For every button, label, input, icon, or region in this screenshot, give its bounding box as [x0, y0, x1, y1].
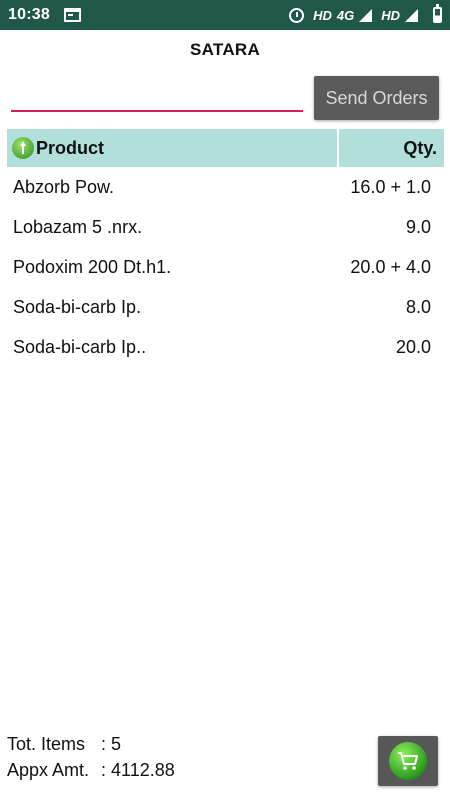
- battery-icon: [433, 4, 442, 23]
- page-title: SATARA: [189, 40, 261, 59]
- amount-line: Appx Amt. : 4112.88: [7, 757, 175, 783]
- amount-value: : 4112.88: [101, 760, 175, 780]
- status-time: 10:38: [8, 6, 50, 23]
- cart-icon: [389, 742, 427, 780]
- cart-button[interactable]: [378, 736, 438, 786]
- order-input[interactable]: [11, 80, 303, 112]
- send-orders-button[interactable]: Send Orders: [314, 76, 439, 120]
- row-qty: 16.0 + 1.0: [350, 176, 431, 197]
- hd-label-2: HD: [381, 7, 400, 23]
- signal-icon-2: [405, 8, 418, 22]
- row-product: Podoxim 200 Dt.h1.: [13, 256, 172, 277]
- row-qty: 8.0: [405, 296, 431, 317]
- signal-icon: [359, 8, 373, 22]
- table-row[interactable]: Lobazam 5 .nrx. 9.0: [0, 207, 450, 247]
- qty-column-header[interactable]: Qty.: [403, 138, 437, 159]
- row-product: Lobazam 5 .nrx.: [13, 216, 143, 237]
- status-indicators: HD 4G HD: [289, 4, 442, 23]
- amount-label: Appx Amt.: [7, 760, 90, 780]
- header-divider: [337, 129, 339, 167]
- row-product: Soda-bi-carb Ip.: [13, 296, 142, 317]
- product-column-header[interactable]: Product: [36, 138, 104, 159]
- total-items-label: Tot. Items: [7, 734, 86, 754]
- row-qty: 20.0 + 4.0: [350, 256, 431, 277]
- order-totals: Tot. Items : 5 Appx Amt. : 4112.88: [7, 731, 175, 783]
- network-label: 4G: [336, 7, 355, 23]
- calendar-icon: [63, 8, 81, 22]
- row-product: Soda-bi-carb Ip..: [13, 336, 147, 357]
- row-qty: 20.0: [395, 336, 431, 357]
- status-bar: 10:38 HD 4G HD: [0, 0, 450, 30]
- row-product: Abzorb Pow.: [13, 176, 115, 197]
- table-row[interactable]: Soda-bi-carb Ip.. 20.0: [0, 327, 450, 367]
- table-row[interactable]: Soda-bi-carb Ip. 8.0: [0, 287, 450, 327]
- sort-arrow-icon[interactable]: [12, 137, 34, 159]
- table-row[interactable]: Abzorb Pow. 16.0 + 1.0: [0, 167, 450, 207]
- total-items-value: : 5: [101, 734, 122, 754]
- alarm-icon: [289, 7, 305, 23]
- hd-label-1: HD: [313, 7, 332, 23]
- product-list: Abzorb Pow. 16.0 + 1.0 Lobazam 5 .nrx. 9…: [0, 167, 450, 367]
- table-row[interactable]: Podoxim 200 Dt.h1. 20.0 + 4.0: [0, 247, 450, 287]
- total-items-line: Tot. Items : 5: [7, 731, 175, 757]
- row-qty: 9.0: [405, 216, 431, 237]
- table-header: Product Qty.: [7, 129, 444, 167]
